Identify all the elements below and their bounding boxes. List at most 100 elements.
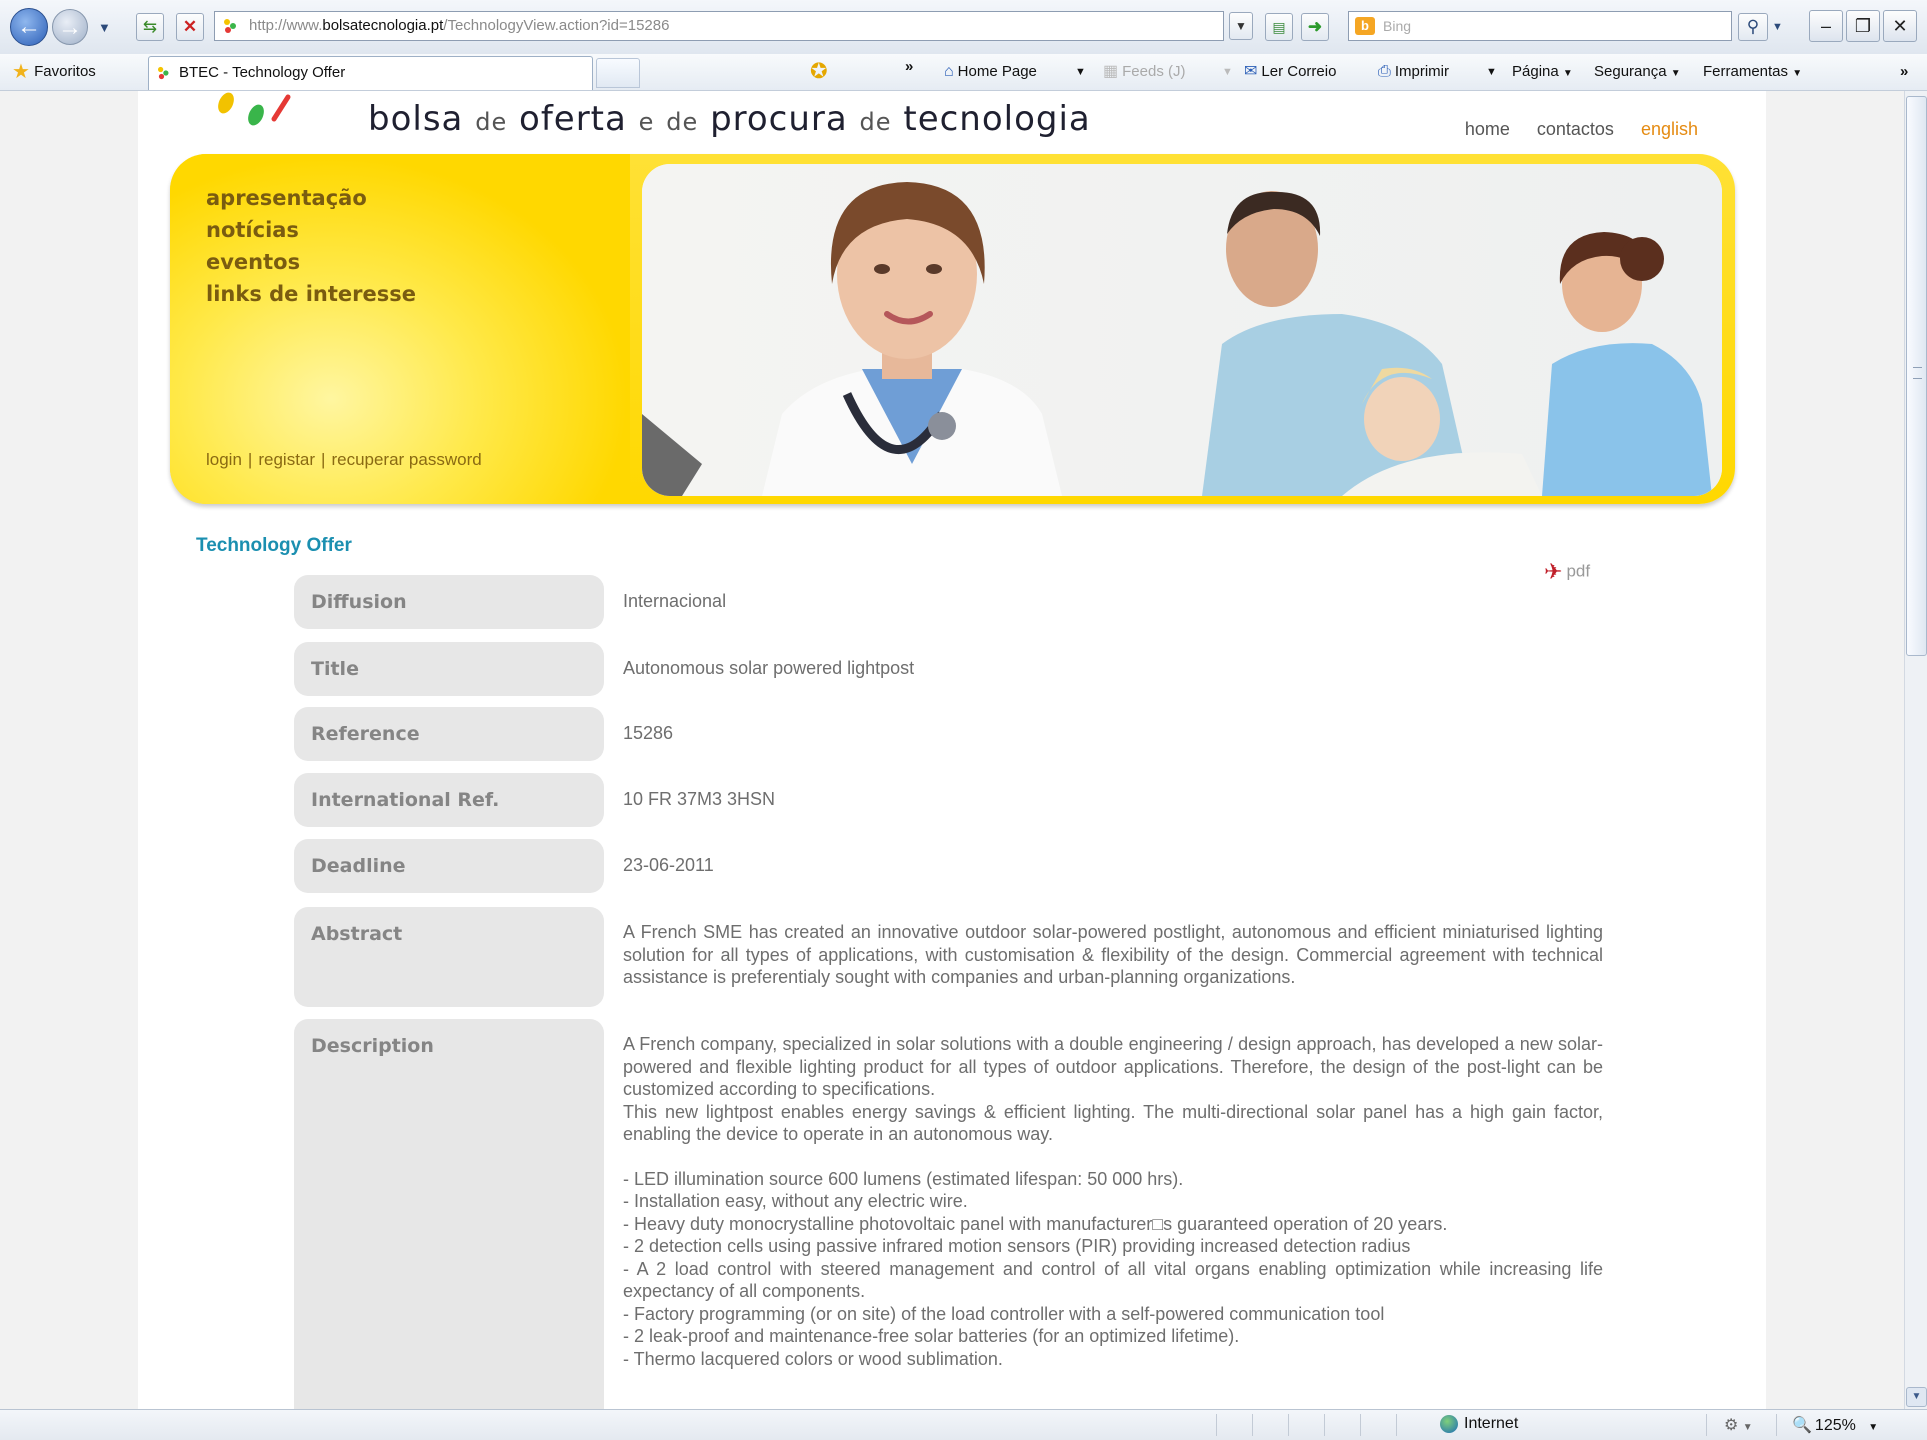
separator: |	[247, 450, 253, 469]
search-button[interactable]: ⚲	[1738, 13, 1768, 41]
status-bar: Internet ⚙ ▼ 🔍 125% ▼	[0, 1409, 1927, 1440]
banner-menu-panel: apresentação notícias eventos links de i…	[170, 154, 630, 504]
home-icon: ⌂	[944, 63, 954, 80]
printer-icon: ⎙	[1378, 63, 1391, 80]
top-navigation: home contactos english	[1443, 119, 1698, 140]
tools-menu-button[interactable]: Ferramentas ▼	[1703, 60, 1802, 84]
search-options-dropdown[interactable]: ▼	[1772, 13, 1788, 41]
description-paragraph: A French company, specialized in solar s…	[623, 1034, 1603, 1099]
description-bullet: - Thermo lacquered colors or wood sublim…	[623, 1348, 1003, 1369]
zoom-level: 125%	[1814, 1417, 1856, 1434]
browser-tab-active[interactable]: BTEC - Technology Offer	[148, 56, 593, 90]
recent-pages-dropdown[interactable]: ▼	[98, 20, 111, 35]
nav-link-contacts[interactable]: contactos	[1537, 119, 1614, 139]
new-tab-button[interactable]	[596, 58, 640, 88]
home-page-button[interactable]: ⌂ Home Page	[944, 60, 1037, 84]
field-value-diffusion: Internacional	[623, 591, 727, 611]
read-mail-button[interactable]: ✉ Ler Correio	[1244, 60, 1336, 84]
site-title-word: de	[666, 108, 699, 136]
chevron-down-icon: ▼	[1742, 1422, 1753, 1433]
web-page: bolsa de oferta e de procura de tecnolog…	[138, 91, 1766, 1409]
zoom-control[interactable]: 🔍 125% ▼	[1792, 1415, 1878, 1435]
menu-item-events[interactable]: eventos	[206, 250, 416, 274]
add-favorite-button[interactable]: ✪	[810, 59, 828, 84]
stop-button[interactable]: ✕	[176, 13, 204, 41]
chevron-down-icon: ▼	[1868, 1422, 1879, 1433]
back-button[interactable]: ←	[10, 8, 48, 46]
scroll-down-button[interactable]: ▼	[1906, 1387, 1927, 1407]
site-title-word: tecnologia	[903, 99, 1091, 139]
register-link[interactable]: registar	[258, 450, 315, 469]
restore-button[interactable]: ❐	[1846, 10, 1880, 42]
more-commands-button[interactable]: »	[1900, 60, 1908, 84]
go-button[interactable]: ➜	[1301, 13, 1329, 41]
field-label-reference: Reference	[294, 707, 604, 761]
close-window-button[interactable]: ✕	[1883, 10, 1917, 42]
search-icon: ⚲	[1746, 17, 1760, 36]
minimize-button[interactable]: –	[1809, 10, 1843, 42]
nav-link-home[interactable]: home	[1465, 119, 1510, 139]
description-bullet: - Installation easy, without any electri…	[623, 1191, 968, 1211]
feeds-button[interactable]: ▦ Feeds (J)	[1103, 60, 1185, 84]
feeds-dropdown[interactable]: ▼	[1222, 60, 1233, 84]
forward-button[interactable]: →	[52, 9, 88, 45]
print-dropdown[interactable]: ▼	[1486, 60, 1497, 84]
url-host: bolsatecnologia.pt	[322, 17, 444, 34]
status-divider	[1706, 1414, 1707, 1436]
site-title-word: de	[859, 108, 892, 136]
chevron-down-icon: ▼	[1670, 68, 1681, 79]
field-value-reference: 15286	[623, 723, 674, 743]
favorites-button[interactable]: ★ Favoritos	[12, 60, 96, 84]
search-placeholder: Bing	[1383, 18, 1412, 34]
menu-item-presentation[interactable]: apresentação	[206, 186, 416, 210]
browser-navigation-bar: ← → ▼ ⇆ ✕ http://www.bolsatecnologia.pt/…	[0, 0, 1927, 55]
pdf-label: pdf	[1566, 561, 1591, 581]
site-logo[interactable]	[188, 91, 348, 141]
login-link[interactable]: login	[206, 450, 242, 469]
menu-item-news[interactable]: notícias	[206, 218, 416, 242]
site-title-word: de	[475, 108, 508, 136]
field-label-title: Title	[294, 642, 604, 696]
field-value-deadline: 23-06-2011	[623, 855, 714, 875]
main-menu: apresentação notícias eventos links de i…	[206, 186, 416, 314]
print-button[interactable]: ⎙ Imprimir	[1378, 60, 1449, 84]
refresh-button[interactable]: ⇆	[136, 13, 164, 41]
go-arrow-icon: ➜	[1307, 17, 1323, 36]
page-menu-button[interactable]: Página ▼	[1512, 60, 1573, 84]
chevron-down-icon: ▼	[1562, 68, 1573, 79]
address-bar[interactable]: http://www.bolsatecnologia.pt/Technology…	[214, 11, 1224, 41]
description-bullet: - 2 leak-proof and maintenance-free sola…	[623, 1326, 1240, 1346]
menu-item-links[interactable]: links de interesse	[206, 282, 416, 306]
field-label-international-ref: International Ref.	[294, 773, 604, 827]
search-input[interactable]: b Bing	[1348, 11, 1732, 41]
section-title: Technology Offer	[196, 535, 352, 556]
compatibility-view-button[interactable]: ▤	[1265, 13, 1293, 41]
field-value-abstract: A French SME has created an innovative o…	[623, 922, 1603, 987]
banner-photo-medical-staff	[642, 164, 1722, 496]
field-value-international-ref: 10 FR 37M3 3HSN	[623, 789, 776, 809]
protected-mode-button[interactable]: ⚙ ▼	[1724, 1415, 1753, 1435]
home-page-dropdown[interactable]: ▼	[1075, 60, 1086, 84]
address-dropdown-button[interactable]: ▼	[1229, 12, 1253, 40]
site-favicon-icon	[224, 19, 236, 33]
url-path: /TechnologyView.action?id=15286	[443, 17, 670, 34]
forward-arrow-icon: →	[58, 14, 82, 41]
zoom-icon: 🔍	[1792, 1417, 1812, 1434]
more-favorites-button[interactable]: »	[905, 58, 913, 75]
pdf-download-link[interactable]: ✈ pdf	[1544, 559, 1590, 585]
safety-menu-button[interactable]: Segurança ▼	[1594, 60, 1681, 84]
description-bullet: - A 2 load control with steered manageme…	[623, 1258, 1603, 1302]
recover-password-link[interactable]: recuperar password	[331, 450, 481, 469]
status-divider	[1360, 1414, 1361, 1436]
tab-title: BTEC - Technology Offer	[179, 64, 346, 81]
nav-link-english[interactable]: english	[1641, 119, 1698, 139]
status-divider	[1776, 1414, 1777, 1436]
protected-mode-icon: ⚙	[1724, 1417, 1739, 1434]
vertical-scrollbar[interactable]: ▼	[1904, 91, 1927, 1409]
scrollbar-thumb[interactable]	[1906, 96, 1927, 656]
description-bullet: - Factory programming (or on site) of th…	[623, 1303, 1385, 1324]
security-zone[interactable]: Internet	[1440, 1415, 1518, 1433]
back-arrow-icon: ←	[17, 13, 41, 40]
site-title-word: procura	[710, 99, 848, 139]
